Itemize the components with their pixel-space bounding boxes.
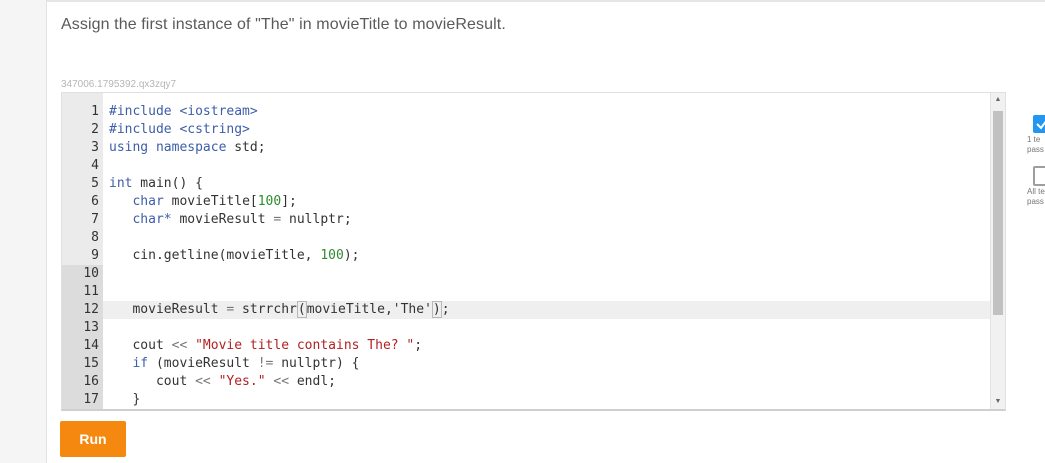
code-text[interactable]: } <box>109 391 140 409</box>
line-number: 17 <box>62 391 103 409</box>
code-text[interactable]: using namespace std; <box>109 139 266 157</box>
code-text[interactable]: char movieTitle[100]; <box>109 193 297 211</box>
scroll-up-icon[interactable]: ▲ <box>991 93 1005 107</box>
line-number: 13 <box>62 319 103 337</box>
code-token: char* <box>109 212 172 227</box>
code-token: << <box>195 374 211 389</box>
line-number: 4 <box>91 158 99 173</box>
top-divider <box>47 0 1045 2</box>
code-token: ; <box>441 302 450 317</box>
code-token: ]; <box>281 194 297 209</box>
test-2-status-line-2: pass <box>1027 197 1044 206</box>
line-number: 5 <box>91 176 99 191</box>
code-text[interactable]: char* movieResult = nullptr; <box>109 211 352 229</box>
code-token: ); <box>343 248 360 263</box>
code-token: int <box>109 176 133 191</box>
code-token: movieTitle,'The' <box>306 302 432 317</box>
line-number: 6 <box>91 194 99 209</box>
left-rail-divider <box>46 0 47 463</box>
code-token: "Movie title contains The? " <box>187 338 415 353</box>
code-line[interactable]: 5 int main() { <box>62 175 990 193</box>
checkbox-empty-icon <box>1033 166 1045 186</box>
code-token: using namespace <box>109 140 227 155</box>
code-line[interactable]: 9 cin.getline(movieTitle, 100); <box>62 247 990 265</box>
code-token: endl; <box>289 374 336 389</box>
code-editor[interactable]: 1 #include <iostream> 2 #include <cstring> 3… <box>61 92 1006 411</box>
code-token: char <box>109 194 164 209</box>
line-number: 8 <box>91 230 99 245</box>
code-token: "Yes." <box>210 374 266 389</box>
test-1-status-line-1: 1 te <box>1027 135 1041 144</box>
code-token: << <box>273 374 290 389</box>
line-number: 15 <box>62 355 103 373</box>
line-number: 3 <box>91 140 99 155</box>
code-text[interactable]: int main() { <box>109 175 203 193</box>
code-token: cin.getline(movieTitle, <box>109 248 321 263</box>
code-text[interactable]: cout << "Yes." << endl; <box>109 373 336 391</box>
code-line[interactable]: 6 char movieTitle[100]; <box>62 193 990 211</box>
instruction-text: Assign the first instance of "The" in mo… <box>61 16 506 33</box>
code-line[interactable]: 1 #include <iostream> <box>62 103 990 121</box>
code-text[interactable]: #include <cstring> <box>109 121 250 139</box>
code-token: } <box>109 392 141 407</box>
code-line[interactable]: 7 char* movieResult = nullptr; <box>62 211 990 229</box>
code-text[interactable]: movieResult = strrchr(movieTitle,'The'); <box>109 301 450 319</box>
code-line[interactable]: 2 #include <cstring> <box>62 121 990 139</box>
code-token: != <box>257 356 274 371</box>
code-token: ( <box>296 301 307 318</box>
code-line[interactable]: 15 if (movieResult != nullptr) { <box>62 355 990 373</box>
code-line[interactable]: 4 <box>62 157 990 175</box>
code-line[interactable]: 14 cout << "Movie title contains The? "; <box>62 337 990 355</box>
code-text[interactable]: #include <iostream> <box>109 103 258 121</box>
left-rail <box>0 0 46 463</box>
code-token: ) <box>431 301 442 318</box>
code-text[interactable]: if (movieResult != nullptr) { <box>109 355 359 373</box>
editor-scrollbar[interactable]: ▲ ▼ <box>990 93 1005 409</box>
test-2-status-line-1: All te <box>1027 187 1045 196</box>
line-number: 2 <box>91 122 99 137</box>
code-line[interactable]: 16 cout << "Yes." << endl; <box>62 373 990 391</box>
code-token: << <box>171 338 188 353</box>
code-token: if <box>109 356 149 371</box>
line-number: 1 <box>91 104 99 119</box>
line-number: 9 <box>91 248 99 263</box>
code-token: cout <box>109 338 172 353</box>
code-token: movieResult <box>109 302 227 317</box>
line-number: 16 <box>62 373 103 391</box>
code-line[interactable]: 10 <box>62 265 990 283</box>
line-number: 10 <box>62 265 103 283</box>
code-line[interactable]: 8 <box>62 229 990 247</box>
code-token: #include <cstring> <box>109 122 250 137</box>
code-token: 100 <box>257 194 282 209</box>
code-token: #include <iostream> <box>109 104 258 119</box>
scrollbar-thumb[interactable] <box>993 111 1003 315</box>
code-token: movieResult <box>171 212 274 227</box>
code-token: ; <box>414 338 423 353</box>
code-line[interactable]: 3 using namespace std; <box>62 139 990 157</box>
line-number: 12 <box>62 301 103 319</box>
code-text[interactable]: cin.getline(movieTitle, 100); <box>109 247 359 265</box>
code-token: cout <box>109 374 196 389</box>
code-token: main() { <box>132 176 203 191</box>
code-line[interactable]: 11 <box>62 283 990 301</box>
code-token: (movieResult <box>148 356 258 371</box>
problem-id: 347006.1795392.qx3zqy7 <box>61 79 177 90</box>
code-line[interactable]: 12 movieResult = strrchr(movieTitle,'The… <box>62 301 990 319</box>
line-number: 7 <box>91 212 99 227</box>
code-token: nullptr; <box>281 212 352 227</box>
code-line[interactable]: 17 } <box>62 391 990 409</box>
code-token: strrchr <box>234 302 297 317</box>
test-1-status-line-2: pass <box>1027 145 1044 154</box>
code-token: nullptr) { <box>273 356 360 371</box>
code-text[interactable]: cout << "Movie title contains The? "; <box>109 337 422 355</box>
checkbox-checked-icon <box>1033 115 1045 133</box>
scroll-down-icon[interactable]: ▼ <box>991 395 1005 409</box>
code-line[interactable]: 13 <box>62 319 990 337</box>
line-number: 11 <box>62 283 103 301</box>
code-token: movieTitle[ <box>163 194 258 209</box>
run-button[interactable]: Run <box>60 421 126 457</box>
code-token: 100 <box>320 248 344 263</box>
line-number: 14 <box>62 337 103 355</box>
code-token: std; <box>226 140 266 155</box>
